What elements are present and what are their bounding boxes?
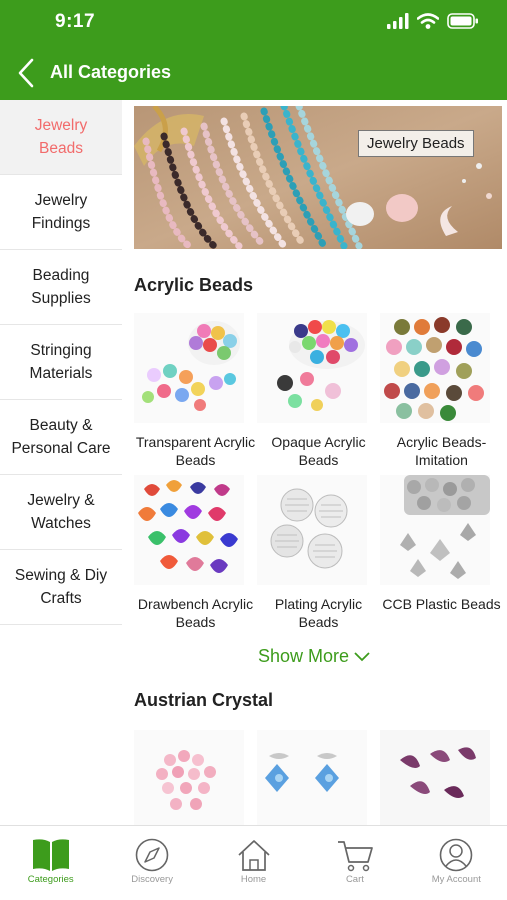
bottom-tab-bar: Categories Discovery Home Cart My Accoun…	[0, 825, 507, 900]
home-icon	[237, 840, 270, 871]
sidebar-item-jewelry-beads[interactable]: Jewelry Beads	[0, 100, 122, 175]
sidebar-item-label: Jewelry Beads	[34, 117, 88, 157]
product-image	[380, 313, 490, 423]
tab-discovery[interactable]: Discovery	[101, 826, 202, 900]
product-name: Transparent Acrylic Beads	[135, 434, 256, 468]
product-tile[interactable]	[134, 730, 257, 825]
sidebar-item-label: Jewelry & Watches	[27, 492, 95, 532]
product-image	[257, 313, 367, 423]
cart-icon	[337, 841, 373, 872]
tab-cart[interactable]: Cart	[304, 826, 405, 900]
product-image	[134, 475, 244, 585]
product-image	[257, 730, 367, 825]
page-title: All Categories	[50, 62, 172, 82]
header: 9:17 All Categories	[0, 0, 507, 100]
sidebar-item-jewelry-watches[interactable]: Jewelry & Watches	[0, 475, 122, 550]
product-grid	[134, 730, 502, 825]
product-tile[interactable]: Drawbench Acrylic Beads	[134, 475, 257, 637]
product-tile[interactable]: Transparent Acrylic Beads	[134, 313, 257, 475]
wifi-icon	[417, 13, 439, 29]
tab-label: Categories	[27, 874, 74, 885]
tab-label: Home	[240, 874, 267, 885]
chevron-down-icon	[354, 652, 370, 662]
product-tile[interactable]: Plating Acrylic Beads	[257, 475, 380, 637]
nav-bar: All Categories	[0, 48, 507, 98]
product-image	[134, 730, 244, 825]
signal-icon	[387, 13, 409, 29]
tab-label: My Account	[431, 874, 481, 885]
product-tile[interactable]: CCB Plastic Beads	[380, 475, 503, 637]
tab-categories[interactable]: Categories	[0, 826, 101, 900]
section-title-austrian-crystal: Austrian Crystal	[134, 690, 274, 710]
compass-icon	[135, 838, 169, 872]
tab-home[interactable]: Home	[203, 826, 304, 900]
sidebar-item-label: Sewing & Diy Crafts	[14, 567, 108, 607]
status-bar: 9:17	[0, 0, 507, 44]
show-more-label: Show More	[257, 646, 350, 666]
product-name: Opaque Acrylic Beads	[271, 434, 366, 468]
account-icon	[440, 838, 473, 872]
banner-image	[134, 106, 502, 249]
product-image	[257, 475, 367, 585]
sidebar-item-jewelry-findings[interactable]: Jewelry Findings	[0, 175, 122, 250]
product-name: CCB Plastic Beads	[382, 596, 501, 612]
category-content: Jewelry Beads Acrylic Beads Transparent …	[122, 100, 507, 825]
product-tile[interactable]	[380, 730, 503, 825]
tab-label: Discovery	[131, 874, 173, 885]
category-banner[interactable]: Jewelry Beads	[134, 106, 502, 249]
banner-label: Jewelry Beads	[358, 130, 474, 157]
sidebar-item-label: Beauty & Personal Care	[11, 417, 111, 457]
status-icons	[387, 13, 479, 29]
chevron-left-icon	[18, 58, 34, 88]
product-grid: Transparent Acrylic Beads Opaque Acrylic…	[134, 313, 502, 637]
product-image	[380, 475, 490, 585]
sidebar-item-label: Beading Supplies	[31, 267, 91, 307]
category-sidebar: Jewelry Beads Jewelry Findings Beading S…	[0, 100, 122, 825]
show-more-button[interactable]: Show More	[122, 646, 507, 667]
tab-my-account[interactable]: My Account	[406, 826, 507, 900]
sidebar-item-label: Stringing Materials	[29, 342, 93, 382]
product-tile[interactable]: Acrylic Beads-Imitation	[380, 313, 503, 475]
product-image	[380, 730, 490, 825]
sidebar-item-stringing-materials[interactable]: Stringing Materials	[0, 325, 122, 400]
sidebar-item-label: Jewelry Findings	[31, 192, 91, 232]
product-image	[134, 313, 244, 423]
section-title-acrylic-beads: Acrylic Beads	[134, 275, 254, 295]
sidebar-item-beauty-personal-care[interactable]: Beauty & Personal Care	[0, 400, 122, 475]
product-tile[interactable]: Opaque Acrylic Beads	[257, 313, 380, 475]
product-name: Plating Acrylic Beads	[274, 596, 363, 630]
status-time: 9:17	[55, 11, 96, 32]
tab-label: Cart	[345, 874, 364, 885]
sidebar-item-sewing-diy-crafts[interactable]: Sewing & Diy Crafts	[0, 550, 122, 625]
back-button[interactable]	[14, 56, 42, 90]
sidebar-item-beading-supplies[interactable]: Beading Supplies	[0, 250, 122, 325]
book-icon	[32, 839, 69, 871]
battery-icon	[447, 13, 478, 29]
product-name: Acrylic Beads-Imitation	[396, 434, 487, 468]
product-tile[interactable]	[257, 730, 380, 825]
product-name: Drawbench Acrylic Beads	[137, 596, 254, 630]
